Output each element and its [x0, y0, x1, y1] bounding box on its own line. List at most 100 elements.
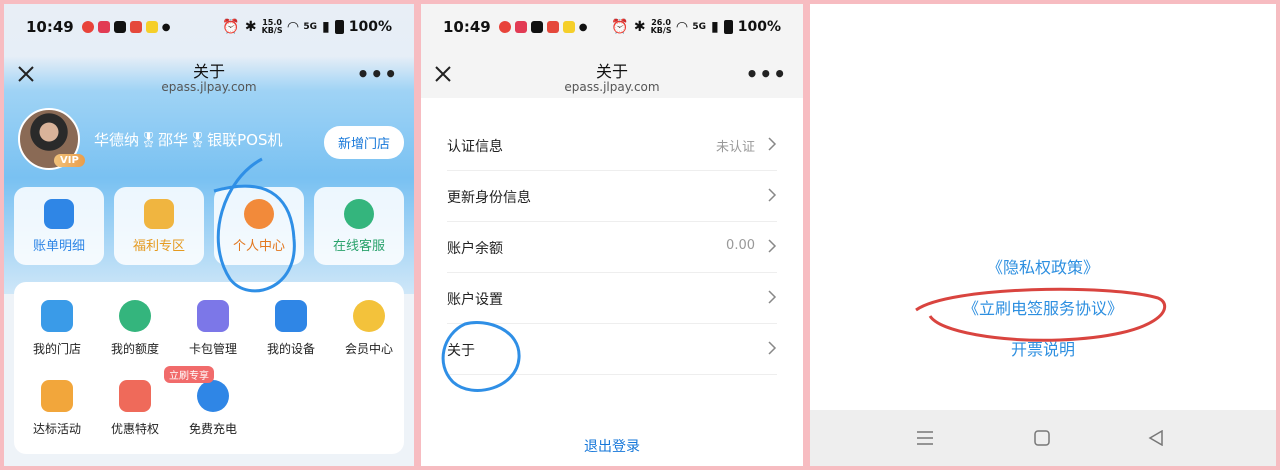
- promo-tag: 立刷专享: [164, 366, 214, 383]
- quick-tile-label: 账单明细: [32, 239, 85, 254]
- grid-item-target-activity[interactable]: 达标活动: [18, 380, 96, 437]
- app-icon: [546, 21, 559, 33]
- bill-icon: [44, 199, 74, 229]
- grid-item-label: 我的设备: [266, 342, 315, 356]
- wifi-icon: ◠: [676, 19, 688, 35]
- vip-badge: VIP: [54, 154, 85, 167]
- app-icon: [97, 21, 110, 33]
- grid-item-label: 我的门店: [32, 342, 81, 356]
- store-icon: [41, 300, 73, 332]
- nav-bar: 关于 epass.jlpay.com •••: [4, 50, 414, 100]
- status-right: ⏰ ✱ 15.0 KB/S ◠ 5G ▮ 100%: [222, 19, 392, 36]
- invoice-info-link[interactable]: 开票说明: [810, 336, 1276, 360]
- grid-item-my-devices[interactable]: 我的设备: [252, 300, 330, 357]
- net-speed-unit: KB/S: [650, 26, 672, 35]
- grid-item-label: 达标活动: [32, 422, 81, 436]
- status-right: ⏰ ✱ 26.0 KB/S ◠ 5G ▮ 100%: [611, 19, 781, 36]
- menu-row-account-settings[interactable]: 账户设置: [447, 273, 777, 324]
- quick-tile-label: 个人中心: [232, 239, 285, 254]
- grid-item-label: 会员中心: [344, 342, 393, 356]
- grid-item-label: 优惠特权: [110, 422, 159, 436]
- menu-label: 账户设置: [447, 292, 503, 308]
- net-speed-unit: KB/S: [261, 26, 283, 35]
- battery-percent: 100%: [348, 19, 392, 35]
- quick-tile-personal-center[interactable]: 个人中心: [214, 187, 304, 265]
- net-speed: 15.0 KB/S: [262, 19, 283, 35]
- battery-icon: [723, 20, 733, 34]
- app-icon: [562, 21, 575, 33]
- menu-row-balance[interactable]: 账户余额 0.00: [447, 222, 777, 273]
- grid-item-label: 我的额度: [110, 342, 159, 356]
- diamond-icon: [353, 300, 385, 332]
- signal-icon: ▮: [322, 19, 330, 35]
- status-time: 10:49: [443, 18, 491, 36]
- store-name: 华德纳🎖邵华🎖银联POS机: [94, 131, 283, 149]
- status-app-icons: ●: [498, 21, 588, 33]
- grid-item-free-charging[interactable]: 免费充电: [174, 380, 252, 437]
- quick-tile-label: 在线客服: [332, 239, 385, 254]
- quick-tile-welfare[interactable]: 福利专区: [114, 187, 204, 265]
- menu-icon[interactable]: [916, 430, 934, 446]
- wifi-icon: ◠: [287, 19, 299, 35]
- quick-tile-bills[interactable]: 账单明细: [14, 187, 104, 265]
- battery-icon: [334, 20, 344, 34]
- app-icon: [81, 21, 94, 33]
- alarm-icon: ⏰: [222, 19, 240, 35]
- grid-item-member-center[interactable]: 会员中心: [330, 300, 408, 357]
- network-type: 5G: [692, 22, 707, 32]
- panel-home: 10:49 ● ⏰ ✱ 15.0 KB/S ◠ 5G ▮ 100% 关于 epas…: [4, 4, 414, 466]
- menu-label: 关于: [447, 343, 475, 359]
- chevron-right-icon: [768, 137, 777, 151]
- app-icon: [113, 21, 126, 33]
- privacy-policy-link[interactable]: 《隐私权政策》: [810, 254, 1276, 278]
- gift-icon: [144, 199, 174, 229]
- battery-percent: 100%: [737, 19, 781, 35]
- app-icon: [145, 21, 158, 33]
- bluetooth-icon: ✱: [633, 19, 646, 35]
- grid-item-my-limit[interactable]: 我的额度: [96, 300, 174, 357]
- agreement-links: 《隐私权政策》 《立刷电签服务协议》 开票说明: [810, 254, 1276, 377]
- chevron-right-icon: [768, 239, 777, 253]
- grid-item-discount-privilege[interactable]: 优惠特权: [96, 380, 174, 437]
- yen-icon: [119, 300, 151, 332]
- bluetooth-icon: ✱: [244, 19, 257, 35]
- app-icon: [514, 21, 527, 33]
- add-store-button[interactable]: 新增门店: [323, 126, 404, 159]
- back-icon[interactable]: [1148, 430, 1164, 446]
- panel-personal-center: 10:49 ● ⏰ ✱ 26.0 KB/S ◠ 5G ▮ 100% 关于 epas…: [421, 4, 803, 466]
- menu-label: 更新身份信息: [447, 190, 531, 206]
- settings-menu: 认证信息 未认证 更新身份信息 账户余额 0.00 账户设置 关于: [421, 120, 803, 375]
- charge-icon: [197, 380, 229, 412]
- person-icon: [244, 199, 274, 229]
- nav-bar: 关于 epass.jlpay.com •••: [421, 50, 803, 98]
- dot-icon: ●: [578, 21, 588, 33]
- coupon-icon: [119, 380, 151, 412]
- menu-value: 未认证: [715, 140, 755, 155]
- page-title: 关于: [192, 62, 225, 81]
- grid-item-label: 卡包管理: [188, 342, 237, 356]
- card-icon: [197, 300, 229, 332]
- more-icon[interactable]: •••: [357, 62, 398, 86]
- app-icon: [530, 21, 543, 33]
- quick-tile-customer-service[interactable]: 在线客服: [314, 187, 404, 265]
- panel-about: 《隐私权政策》 《立刷电签服务协议》 开票说明: [810, 4, 1276, 466]
- app-icon: [498, 21, 511, 33]
- net-speed: 26.0 KB/S: [651, 19, 672, 35]
- menu-row-verification[interactable]: 认证信息 未认证: [447, 120, 777, 171]
- menu-label: 认证信息: [447, 139, 503, 155]
- page-domain: epass.jlpay.com: [161, 80, 257, 94]
- chevron-right-icon: [768, 341, 777, 355]
- calculator-icon: [275, 300, 307, 332]
- grid-item-my-store[interactable]: 我的门店: [18, 300, 96, 357]
- grid-item-card-wallet[interactable]: 卡包管理: [174, 300, 252, 357]
- menu-row-about[interactable]: 关于: [447, 324, 777, 375]
- service-agreement-link[interactable]: 《立刷电签服务协议》: [810, 295, 1276, 319]
- quick-tile-label: 福利专区: [132, 239, 185, 254]
- menu-row-update-identity[interactable]: 更新身份信息: [447, 171, 777, 222]
- logout-button[interactable]: 退出登录: [421, 436, 803, 456]
- headset-icon: [344, 199, 374, 229]
- home-icon[interactable]: [1034, 430, 1050, 446]
- status-time: 10:49: [26, 18, 74, 36]
- menu-value: 0.00: [726, 238, 755, 253]
- more-icon[interactable]: •••: [746, 62, 787, 86]
